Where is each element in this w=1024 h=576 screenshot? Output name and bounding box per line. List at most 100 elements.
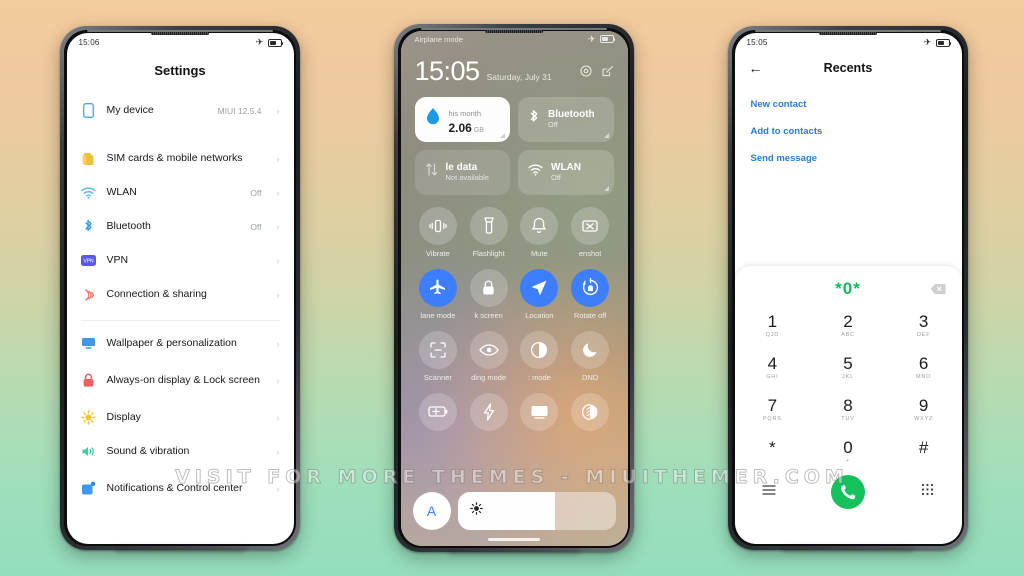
link-new-contact[interactable]: New contact (751, 91, 946, 118)
sidebar-item-wlan[interactable]: WLAN Off › (80, 176, 280, 210)
home-indicator[interactable] (488, 537, 540, 541)
settings-gear-icon[interactable] (579, 64, 592, 82)
toggle-grid: Vibrate Flashlight Mute enshot lane mode… (401, 206, 628, 435)
vpn-icon: VPN (80, 253, 96, 268)
sidebar-item-label: Display (106, 410, 141, 423)
key-digit: * (769, 437, 776, 457)
item-value: MIUI 12.5.4 (217, 105, 262, 116)
battery-saver-icon (418, 392, 457, 431)
dialpad-key[interactable]: 6 MNO (886, 348, 962, 388)
earpiece-speaker (151, 31, 209, 35)
toggle-lightning[interactable] (463, 392, 514, 435)
toggle-reading-mode[interactable]: ding mode (463, 330, 514, 382)
dnd-moon-icon (571, 330, 610, 369)
chevron-right-icon: › (276, 105, 280, 116)
sidebar-item-my-device[interactable]: My device MIUI 12.5.4 › (81, 94, 280, 128)
toggle-dnd[interactable]: DND (565, 330, 616, 382)
battery-icon (267, 38, 283, 47)
control-center-cards: his month 2.06 GB Bluetooth Off le data … (401, 96, 628, 195)
airplane-icon: ✈ (923, 37, 932, 47)
menu-icon[interactable] (762, 483, 776, 501)
key-letters: WXYZ (914, 415, 934, 422)
toggle-contrast[interactable] (565, 392, 616, 435)
cast-icon (520, 392, 559, 431)
phone-settings: 15:06 ✈ Settings My device MIUI 12.5.4 › (60, 26, 300, 550)
toggle-mute[interactable]: Mute (514, 206, 565, 258)
dialpad-panel: *0* 1 QJD 2 ABC 3 DEF 4 GHI 5 JKL 6 MNO 7 PQRS … (734, 265, 962, 544)
expand-corner-icon[interactable] (500, 132, 505, 138)
screenshot-icon (571, 206, 610, 245)
sidebar-item-label: Wallpaper & personalization (106, 336, 237, 349)
wifi-icon (528, 163, 543, 181)
sidebar-item-vpn[interactable]: VPN VPN › (80, 244, 280, 278)
link-add-to-contacts[interactable]: Add to contacts (751, 118, 946, 145)
mobile-data-icon (425, 162, 438, 182)
sidebar-item-notifications[interactable]: Notifications & Control center › (81, 469, 280, 509)
dialpad-key[interactable]: 4 GHI (735, 348, 811, 388)
contrast-icon (571, 392, 610, 431)
toggle-airplane-mode[interactable]: lane mode (413, 268, 464, 320)
toggle-location[interactable]: Location (514, 268, 565, 320)
dialpad-key[interactable]: 3 DEF (886, 306, 962, 346)
chevron-right-icon: › (276, 446, 280, 457)
auto-brightness-button[interactable]: A (412, 491, 451, 530)
dialpad-key[interactable]: 0 + (810, 432, 886, 472)
brightness-slider-fill (457, 491, 556, 530)
bluetooth-icon (528, 109, 540, 130)
header-action-icons (579, 64, 614, 85)
sidebar-item-connection-sharing[interactable]: Connection & sharing › (81, 278, 280, 312)
dialpad-key[interactable]: 9 WXYZ (886, 390, 962, 430)
sidebar-item-sound-vibration[interactable]: Sound & vibration › (81, 435, 280, 469)
lock-icon (81, 373, 96, 388)
connection-sharing-icon (81, 287, 96, 302)
sidebar-item-bluetooth[interactable]: Bluetooth Off › (81, 210, 280, 244)
dark-mode-icon (520, 330, 559, 369)
sidebar-item-display[interactable]: Display › (80, 401, 280, 435)
phone-dialer: 15:05 ✈ ← Recents New contact Add to con… (728, 26, 968, 550)
edit-icon[interactable] (601, 64, 614, 82)
dialpad-actions (735, 474, 962, 509)
sidebar-item-aod-lockscreen[interactable]: Always-on display & Lock screen › (81, 361, 280, 401)
page-title: Settings (154, 62, 206, 78)
toggle-dark-mode[interactable]: : mode (514, 330, 565, 382)
key-digit: 5 (843, 353, 853, 373)
expand-corner-icon[interactable] (603, 185, 609, 191)
key-letters: DEF (916, 331, 931, 338)
sidebar-item-sim-cards[interactable]: SIM cards & mobile networks › (81, 142, 280, 176)
dialpad-key[interactable]: 5 JKL (810, 348, 886, 388)
card-data-usage[interactable]: his month 2.06 GB (414, 96, 510, 142)
earpiece-speaker (485, 29, 543, 33)
card-text: le data Not available (446, 162, 489, 182)
expand-corner-icon[interactable] (603, 132, 609, 138)
dialpad-key[interactable]: 2 ABC (810, 306, 886, 346)
dialpad-key[interactable]: 8 TUV (810, 390, 886, 430)
backspace-icon[interactable] (930, 282, 946, 300)
toggle-flashlight[interactable]: Flashlight (463, 206, 514, 258)
dialpad-key[interactable]: 7 PQRS (735, 390, 811, 430)
toggle-label: Rotate off (573, 310, 607, 320)
wallpaper-icon (81, 336, 96, 351)
call-icon[interactable] (831, 474, 866, 509)
dialpad-key[interactable]: * (735, 432, 811, 472)
toggle-rotate[interactable]: Rotate off (565, 268, 616, 320)
card-wlan[interactable]: WLAN Off (518, 149, 614, 195)
sidebar-item-label: SIM cards & mobile networks (106, 151, 243, 164)
keypad-icon[interactable] (921, 483, 934, 501)
toggle-battery-saver[interactable] (413, 392, 464, 435)
dialpad-key[interactable]: 1 QJD (735, 306, 811, 346)
battery-icon (599, 35, 615, 43)
key-digit: 9 (918, 395, 929, 415)
brightness-slider[interactable] (457, 491, 616, 530)
card-bluetooth[interactable]: Bluetooth Off (518, 96, 614, 142)
toggle-cast[interactable] (514, 392, 565, 435)
dialpad-display: *0* (735, 276, 962, 302)
toggle-vibrate[interactable]: Vibrate (413, 206, 464, 258)
dialpad-key[interactable]: # (886, 432, 962, 472)
toggle-screenshot[interactable]: enshot (565, 206, 616, 258)
toggle-scanner[interactable]: Scanner (413, 330, 464, 382)
card-mobile-data[interactable]: le data Not available (414, 149, 510, 195)
sidebar-item-wallpaper[interactable]: Wallpaper & personalization › (81, 327, 280, 361)
link-send-message[interactable]: Send message (751, 145, 946, 172)
toggle-label: Vibrate (426, 248, 450, 258)
toggle-lock-screen[interactable]: k screen (463, 268, 514, 320)
